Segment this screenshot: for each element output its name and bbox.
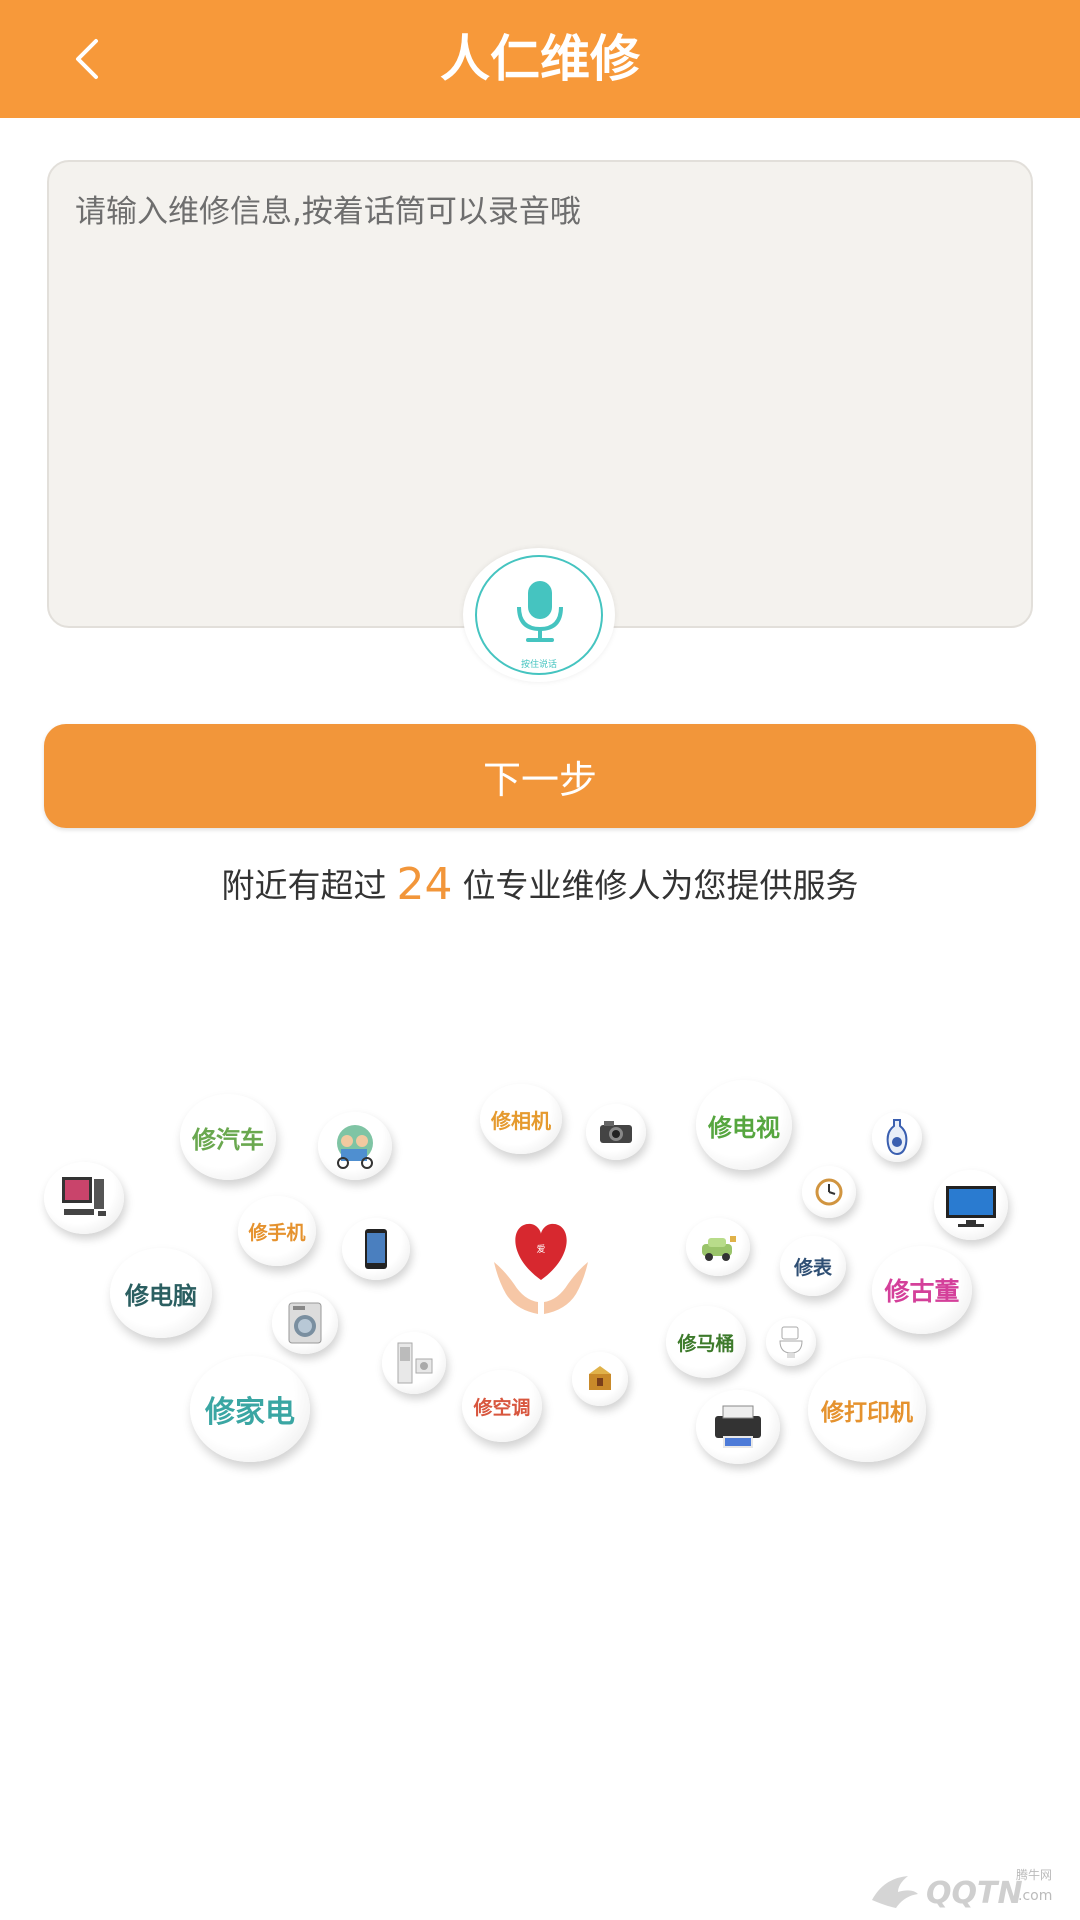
heart-hands-logo: 爱	[486, 1210, 596, 1320]
service-aircon[interactable]: 修空调	[462, 1370, 542, 1442]
service-computer[interactable]: 修电脑	[110, 1248, 212, 1338]
phone-image-icon	[342, 1218, 410, 1280]
tv-image-icon	[934, 1170, 1008, 1240]
service-watch-label: 修表	[793, 1256, 832, 1279]
repairer-count: 24	[396, 859, 453, 910]
service-appliance[interactable]: 修家电	[190, 1356, 310, 1462]
microphone-icon	[517, 581, 563, 642]
watermark-small-text: 腾牛网	[1016, 1868, 1053, 1882]
computer-image-icon	[44, 1162, 124, 1234]
service-camera-label: 修相机	[491, 1108, 551, 1133]
service-car-label: 修汽车	[192, 1125, 264, 1154]
camera-image-icon	[586, 1104, 646, 1160]
service-tv[interactable]: 修电视	[696, 1080, 792, 1170]
service-phone[interactable]: 修手机	[238, 1196, 316, 1266]
next-step-button[interactable]: 下一步	[44, 724, 1036, 828]
service-antique-label: 修古董	[884, 1277, 960, 1306]
family-image-icon	[318, 1112, 392, 1180]
mic-caption: 按住说话	[520, 660, 557, 670]
mic-ring: 按住说话	[475, 555, 603, 675]
info-suffix: 位专业维修人为您提供服务	[462, 866, 859, 905]
qqtn-watermark: QQTN 腾牛网 .com	[868, 1866, 1074, 1916]
watch-image-icon	[802, 1166, 856, 1218]
air-conditioner-image-icon	[382, 1332, 446, 1394]
app-header: 人仁维修	[0, 0, 1080, 118]
repair-info-input[interactable]	[73, 184, 1007, 568]
printer-image-icon	[696, 1390, 780, 1464]
mic-button[interactable]: 按住说话	[463, 548, 615, 682]
service-tv-label: 修电视	[708, 1113, 780, 1142]
watermark-text: QQTN	[926, 1876, 1023, 1911]
service-antique[interactable]: 修古董	[872, 1246, 972, 1334]
bird-logo-icon	[872, 1876, 918, 1908]
tools-image-icon	[572, 1352, 628, 1406]
service-appliance-label: 修家电	[205, 1395, 295, 1430]
watermark-suffix: .com	[1018, 1888, 1053, 1904]
service-phone-label: 修手机	[248, 1221, 306, 1244]
service-toilet-label: 修马桶	[677, 1332, 735, 1355]
service-watch[interactable]: 修表	[780, 1236, 846, 1296]
service-aircon-label: 修空调	[473, 1396, 531, 1419]
page-title: 人仁维修	[440, 30, 640, 88]
info-prefix: 附近有超过	[221, 866, 387, 905]
service-toilet[interactable]: 修马桶	[666, 1306, 746, 1378]
heart-text: 爱	[536, 1244, 545, 1255]
nearby-repairers-info: 附近有超过 24 位专业维修人为您提供服务	[0, 860, 1080, 911]
vase-image-icon	[872, 1112, 922, 1162]
service-camera[interactable]: 修相机	[480, 1084, 562, 1154]
washing-machine-image-icon	[272, 1292, 338, 1354]
car-image-icon	[686, 1218, 750, 1276]
service-printer[interactable]: 修打印机	[808, 1358, 926, 1462]
service-car[interactable]: 修汽车	[180, 1094, 276, 1180]
toilet-image-icon	[766, 1318, 816, 1366]
service-printer-label: 修打印机	[821, 1400, 913, 1426]
service-computer-label: 修电脑	[125, 1281, 197, 1310]
